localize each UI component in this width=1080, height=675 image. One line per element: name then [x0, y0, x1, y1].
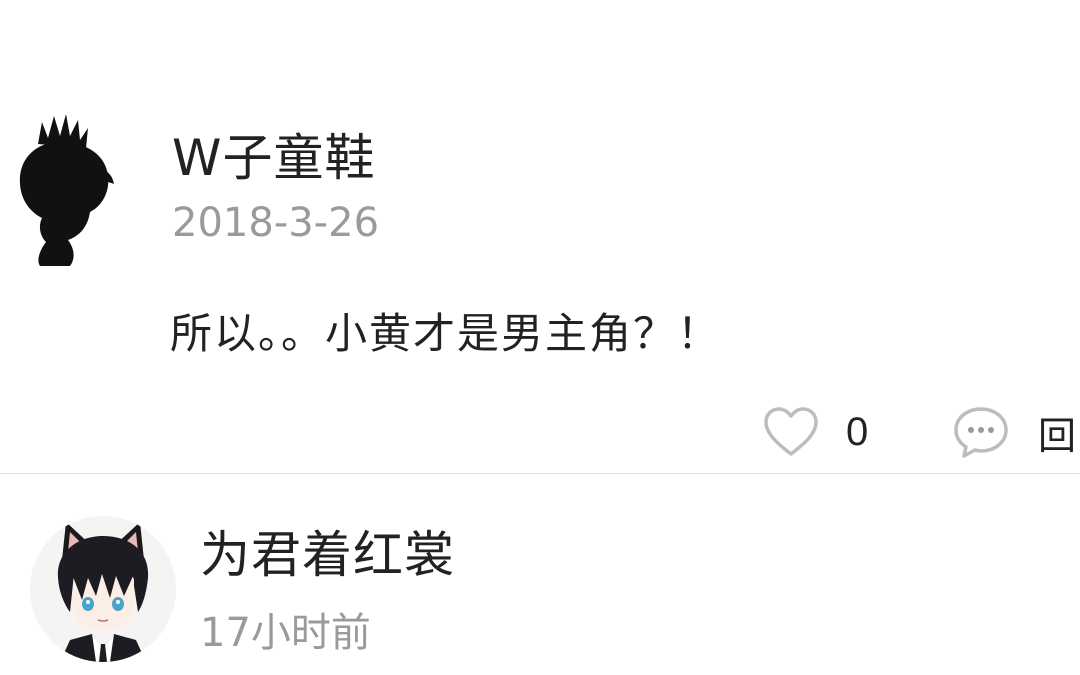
- reply-label: 回: [1038, 413, 1077, 458]
- reply-button[interactable]: 回: [952, 400, 1076, 464]
- avatar[interactable]: [10, 108, 140, 268]
- timestamp: 2018-3-26: [172, 200, 380, 246]
- like-button[interactable]: 0: [762, 400, 868, 464]
- avatar[interactable]: [30, 516, 176, 662]
- like-count: 0: [846, 409, 869, 454]
- heart-outline-icon: [764, 407, 818, 456]
- anime-boy-avatar-image: [30, 516, 176, 662]
- timestamp: 17小时前: [200, 610, 371, 656]
- username[interactable]: W子童鞋: [172, 118, 375, 190]
- silhouette-avatar-image: [19, 114, 114, 266]
- comment-item: W子童鞋 2018-3-26 所以。。小黄才是男主角？！ 0 回: [0, 0, 1080, 473]
- username[interactable]: 为君着红裳: [200, 515, 455, 587]
- comment-text: 所以。。小黄才是男主角？！: [170, 309, 722, 358]
- comment-bubble-icon: [954, 407, 1008, 458]
